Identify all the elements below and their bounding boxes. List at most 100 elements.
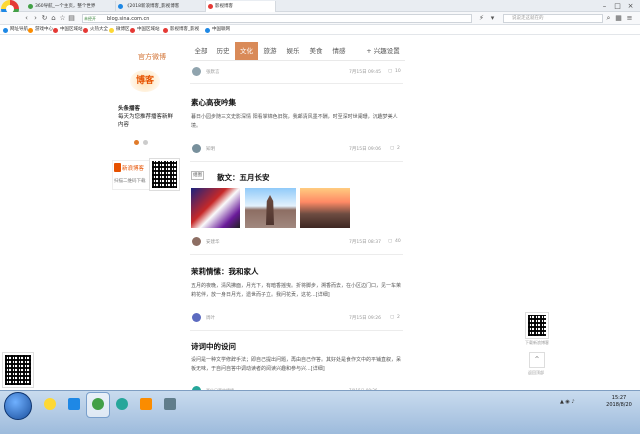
favorite-star-icon[interactable]: ☆ <box>58 14 67 23</box>
left-qr-code[interactable] <box>2 352 34 388</box>
article-title[interactable]: 茉莉情愫：我和家人 <box>191 266 259 277</box>
taskbar-app[interactable] <box>86 392 110 418</box>
bookmark-label: 中国区域站 <box>137 27 160 32</box>
maximize-icon[interactable]: □ <box>611 0 624 12</box>
article-time: 7月15日 09:45 <box>349 70 381 75</box>
bookmark-icon <box>3 28 8 33</box>
bookmark-item[interactable]: 中国联网 <box>205 26 230 34</box>
promo-title[interactable]: 头条播客 <box>118 104 178 112</box>
tab-entertainment[interactable]: 娱乐 <box>282 42 304 60</box>
article-time: 7月15日 08:37 <box>349 240 381 245</box>
article-image-city-gate[interactable] <box>300 188 350 228</box>
home-icon[interactable]: ⌂ <box>49 14 58 23</box>
author-avatar[interactable] <box>192 313 201 322</box>
reading-icon[interactable]: ▤ <box>67 14 76 23</box>
article-summary: 五月的夜晚，清风拂面，月光下，有暗香摇曳。折将脚步，溯香而去，在小区边门口，见一… <box>191 283 402 298</box>
article-comments[interactable]: 2 <box>397 315 400 320</box>
author-avatar[interactable] <box>192 237 201 246</box>
bookmark-icon <box>205 28 210 33</box>
clock-time: 15:27 <box>611 395 627 401</box>
url-input[interactable]: blog.sina.com.cn <box>82 14 472 23</box>
bookmark-item[interactable]: 中国区域站 <box>130 26 160 34</box>
bookmark-icon <box>109 28 114 33</box>
search-icon[interactable]: ⌕ <box>604 14 613 23</box>
bookmark-item[interactable]: 游戏中心 <box>28 26 53 34</box>
bookmark-label: 游戏中心 <box>35 27 53 32</box>
tab-food[interactable]: 美食 <box>305 42 327 60</box>
tab-emotion[interactable]: 情感 <box>328 42 350 60</box>
photo-tag: 组图 <box>191 171 204 180</box>
taskbar-app[interactable] <box>39 393 61 417</box>
taskbar-app[interactable] <box>135 393 157 417</box>
article-comments[interactable]: 40 <box>395 239 401 244</box>
tab-history[interactable]: 历史 <box>212 42 234 60</box>
divider <box>190 254 403 255</box>
bookmark-label: 中国联网 <box>212 27 230 32</box>
bookmark-item[interactable]: 火热大全 <box>83 26 108 34</box>
author-avatar[interactable] <box>192 67 201 76</box>
article-title[interactable]: 散文：五月长安 <box>217 172 270 183</box>
tab-label: 《2018新浪博客_影视博客 <box>125 4 180 9</box>
comment-icon[interactable]: ▢ <box>390 146 394 151</box>
article-title[interactable]: 诗词中的设问 <box>191 341 236 352</box>
bookmark-item[interactable]: 影视博客_影视 <box>163 26 199 34</box>
close-icon[interactable]: × <box>624 0 637 12</box>
start-button[interactable] <box>4 392 32 420</box>
tray-icons[interactable]: ▲ ◉ ♪ <box>560 399 575 405</box>
bookmark-item[interactable]: 中国区域站 <box>53 26 83 34</box>
carousel-dot-active[interactable] <box>134 140 139 145</box>
dropdown-icon[interactable]: ▾ <box>488 14 497 23</box>
article-comments[interactable]: 10 <box>395 69 401 74</box>
back-to-top-icon[interactable]: ⌃ <box>529 352 545 368</box>
tab-all[interactable]: 全部 <box>190 42 212 60</box>
tab-culture[interactable]: 文化 <box>235 42 258 60</box>
article-author[interactable]: 安建华 <box>206 239 220 245</box>
refresh-icon[interactable]: ↻ <box>40 14 49 23</box>
back-icon[interactable]: ‹ <box>22 14 31 23</box>
comment-icon[interactable]: ▢ <box>388 69 392 74</box>
tab-label: 影视博客 <box>215 4 233 9</box>
clock[interactable]: 15:27 2018/8/20 <box>600 395 638 409</box>
article-author[interactable]: 周叶 <box>206 315 215 321</box>
folder-icon <box>140 398 152 410</box>
right-qr-code[interactable] <box>525 312 549 339</box>
app-title: 新浪博客 <box>122 166 145 172</box>
article-title[interactable]: 素心高夜吟集 <box>191 97 236 108</box>
bookmark-item[interactable]: 微博区 <box>109 26 130 34</box>
minimize-icon[interactable]: – <box>598 0 611 12</box>
interest-setting-button[interactable]: + 兴趣设置 <box>363 42 403 60</box>
author-avatar[interactable] <box>192 144 201 153</box>
article-author[interactable]: 张默言 <box>206 69 220 75</box>
forward-icon[interactable]: › <box>31 14 40 23</box>
menu-icon[interactable]: ≡ <box>625 14 634 23</box>
bookmark-label: 网址导航 <box>10 27 28 32</box>
app-window-icon <box>68 398 80 410</box>
comment-icon[interactable]: ▢ <box>390 315 394 320</box>
browser-tab-1[interactable]: 360导航_一个主页，整个世界 <box>26 1 116 12</box>
ie-icon <box>116 398 128 410</box>
bookmark-label: 微博区 <box>116 27 130 32</box>
security-badge[interactable]: 未经开 <box>84 15 106 22</box>
browser-tab-3[interactable]: 影视博客 <box>206 1 276 12</box>
promo-text[interactable]: 每天为您推荐播客新鲜内容 <box>118 113 176 129</box>
article-author[interactable]: 知明 <box>206 146 215 152</box>
comment-icon[interactable]: ▢ <box>388 239 392 244</box>
article-image-opera-mask[interactable] <box>191 188 240 228</box>
bookmark-item[interactable]: 网址导航 <box>3 26 28 34</box>
divider <box>190 60 405 61</box>
article-comments[interactable]: 2 <box>397 146 400 151</box>
taskbar-app[interactable] <box>111 393 133 417</box>
search-input[interactable]: 说说走这就在的 <box>503 14 603 23</box>
browser-tab-2[interactable]: 《2018新浪博客_影视博客 <box>116 1 206 12</box>
article-summary: 暮日小园步随三文史影深情 阳看掌锦色旧院，我邮清风墨不酬，时至深时世阑珊，沉趣梦… <box>191 114 398 129</box>
carousel-dot[interactable] <box>143 140 148 145</box>
article-time: 7月15日 09:06 <box>349 147 381 152</box>
back-to-top-label[interactable]: 返回顶部 <box>528 370 544 376</box>
lightning-icon[interactable]: ⚡ <box>477 14 486 23</box>
bookmark-icon <box>53 28 58 33</box>
document-icon <box>164 398 176 410</box>
taskbar-app[interactable] <box>63 393 85 417</box>
taskbar-app[interactable] <box>159 393 181 417</box>
tab-travel[interactable]: 旅游 <box>259 42 281 60</box>
extensions-icon[interactable]: ▦ <box>614 14 623 23</box>
